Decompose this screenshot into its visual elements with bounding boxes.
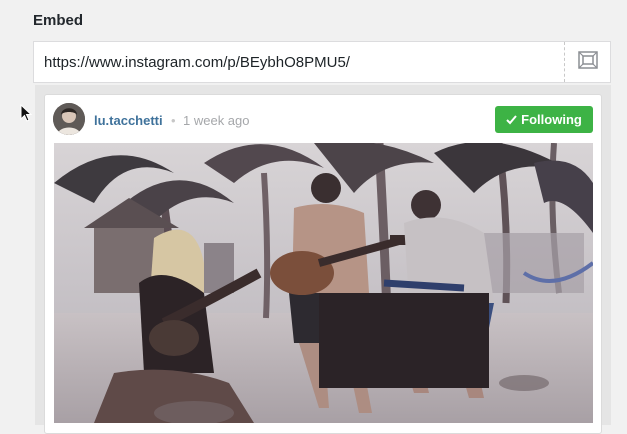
section-title: Embed xyxy=(33,12,84,29)
embed-preview: lu.tacchetti • 1 week ago Following xyxy=(35,85,611,434)
separator-dot: • xyxy=(171,113,176,128)
mouse-pointer-icon xyxy=(20,103,33,127)
post-photo[interactable] xyxy=(54,143,593,423)
following-button[interactable]: Following xyxy=(495,106,593,133)
embed-url-row: https://www.instagram.com/p/BEybhO8PMU5/ xyxy=(33,41,611,83)
avatar[interactable] xyxy=(53,103,85,135)
edit-embed-button[interactable] xyxy=(564,42,610,82)
frame-icon xyxy=(577,50,598,74)
username-link[interactable]: lu.tacchetti xyxy=(94,113,163,128)
embed-url-field[interactable]: https://www.instagram.com/p/BEybhO8PMU5/ xyxy=(44,42,544,82)
checkmark-icon xyxy=(506,114,517,124)
following-label: Following xyxy=(521,112,582,127)
post-timestamp[interactable]: 1 week ago xyxy=(183,113,250,128)
instagram-embed-card: lu.tacchetti • 1 week ago Following xyxy=(44,94,602,434)
